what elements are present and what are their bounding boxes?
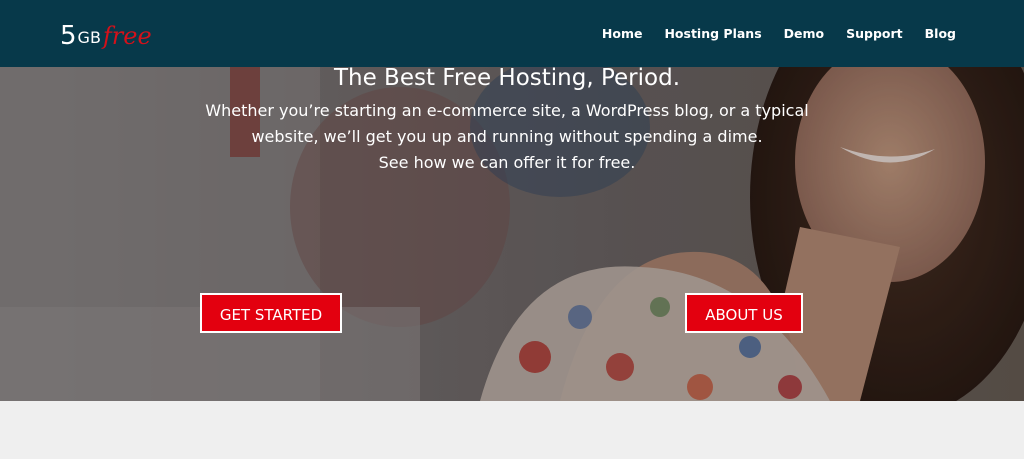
nav-demo[interactable]: Demo [784,26,824,41]
nav-support[interactable]: Support [846,26,903,41]
content-area [0,401,1024,459]
nav-blog[interactable]: Blog [925,26,956,41]
nav-hosting-plans[interactable]: Hosting Plans [664,26,761,41]
logo-unit: GB [77,28,101,47]
get-started-button[interactable]: GET STARTED [200,293,342,333]
main-nav: Home Hosting Plans Demo Support Blog [602,0,956,67]
hero-subtitle: Whether you’re starting an e-commerce si… [0,98,1014,176]
hero-subtitle-line: website, we’ll get you up and running wi… [251,127,763,146]
logo-number: 5 [60,21,77,51]
hero-title: The Best Free Hosting, Period. [333,65,681,91]
nav-home[interactable]: Home [602,26,643,41]
logo-word: free [102,22,152,50]
hero-subtitle-line: Whether you’re starting an e-commerce si… [205,101,809,120]
hero-subtitle-line: See how we can offer it for free. [378,153,636,172]
top-navbar: 5 GB free Home Hosting Plans Demo Suppor… [0,0,1024,67]
site-logo[interactable]: 5 GB free [60,13,152,49]
about-us-button[interactable]: ABOUT US [685,293,803,333]
